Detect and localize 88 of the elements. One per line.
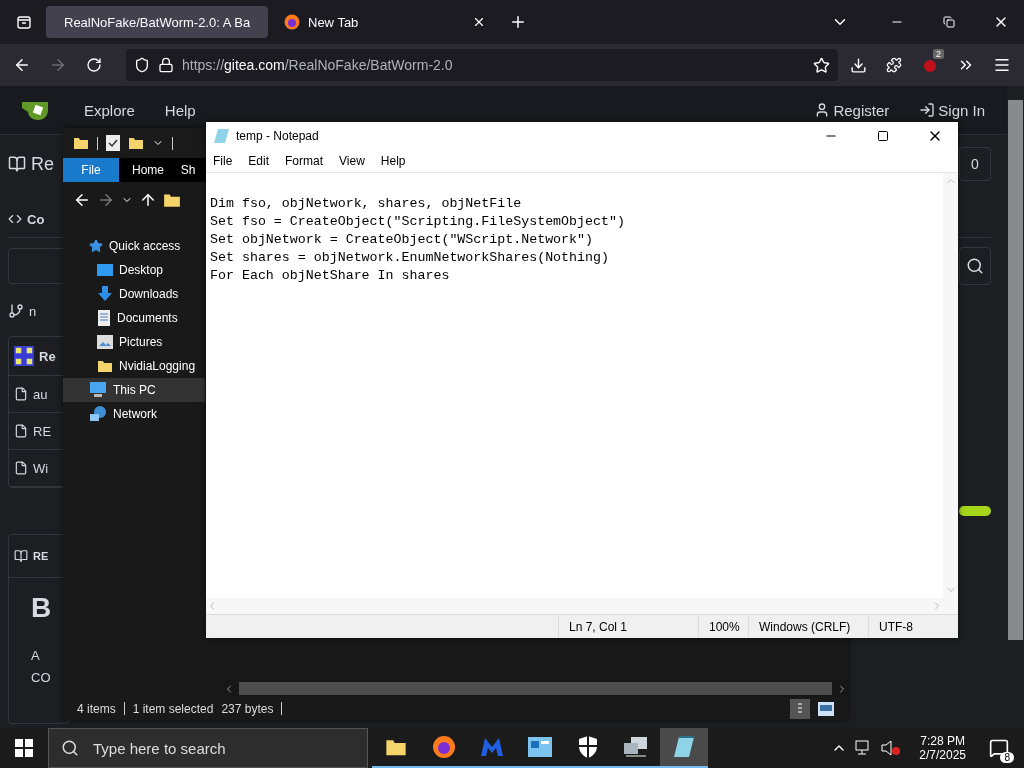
properties-icon[interactable] bbox=[106, 135, 120, 151]
star-icon bbox=[89, 239, 103, 253]
extension-icon[interactable] bbox=[922, 57, 938, 73]
clock[interactable]: 7:28 PM 2/7/2025 bbox=[919, 734, 966, 762]
search-field[interactable]: Type here to search bbox=[48, 728, 368, 768]
lock-icon bbox=[158, 57, 174, 73]
details-view-icon[interactable] bbox=[790, 698, 810, 719]
muted-speaker-icon[interactable] bbox=[881, 740, 902, 756]
shield-icon bbox=[578, 736, 598, 758]
menu-item[interactable]: Help bbox=[380, 154, 406, 168]
network-icon bbox=[89, 406, 107, 422]
address-bar[interactable]: https://gitea.com/RealNoFake/BatWorm-2.0 bbox=[126, 49, 838, 81]
menu-item[interactable]: File bbox=[213, 154, 233, 168]
file-icon bbox=[14, 461, 28, 475]
sign-in-link[interactable]: Sign In bbox=[919, 101, 985, 119]
file-header: Re bbox=[39, 348, 56, 364]
tree-item[interactable]: Pictures bbox=[63, 330, 205, 354]
ribbon-tab[interactable]: Sh bbox=[177, 158, 199, 182]
tiles-view-icon[interactable] bbox=[818, 701, 834, 716]
bookmark-star-icon[interactable] bbox=[813, 56, 830, 74]
ribbon-tab[interactable]: File bbox=[63, 158, 119, 182]
menu-item[interactable]: Format bbox=[285, 154, 324, 168]
code-icon bbox=[8, 212, 22, 226]
register-link[interactable]: Register bbox=[814, 101, 890, 119]
forward-icon[interactable] bbox=[97, 191, 115, 209]
readme-text: A bbox=[31, 646, 40, 665]
file-link[interactable]: RE bbox=[14, 423, 52, 439]
status-text: UTF-8 bbox=[868, 615, 958, 638]
picture-icon bbox=[97, 335, 113, 349]
repo-icon bbox=[8, 155, 26, 173]
folder-icon bbox=[97, 358, 113, 374]
tree-item[interactable]: NvidiaLogging bbox=[63, 354, 205, 378]
browser-icon bbox=[432, 735, 456, 759]
document-icon bbox=[97, 310, 111, 326]
readme-heading: B bbox=[31, 592, 52, 624]
code-tab[interactable]: Co bbox=[8, 211, 45, 227]
tree-item[interactable]: Quick access bbox=[63, 234, 205, 258]
branch-icon bbox=[8, 303, 24, 319]
claw-icon bbox=[480, 736, 504, 758]
notepad-icon bbox=[673, 736, 695, 758]
tree-item[interactable]: Network bbox=[63, 402, 205, 426]
sign-in-icon bbox=[919, 102, 936, 118]
computers-icon bbox=[623, 736, 649, 758]
tree-item[interactable]: Documents bbox=[63, 306, 205, 330]
window-title: temp - Notepad bbox=[236, 129, 319, 143]
window-icon bbox=[528, 737, 552, 757]
tree-item[interactable]: Desktop bbox=[63, 258, 205, 282]
status-text: Windows (CRLF) bbox=[748, 615, 868, 638]
status-text: 237 bytes bbox=[221, 701, 274, 716]
ribbon-tab[interactable]: Home bbox=[119, 158, 177, 182]
shield-icon bbox=[134, 57, 150, 73]
avatar-icon bbox=[14, 346, 34, 366]
menu-item[interactable]: View bbox=[339, 154, 365, 168]
address-folder-icon bbox=[163, 191, 181, 209]
up-icon[interactable] bbox=[139, 191, 157, 209]
notifications-button[interactable]: 8 bbox=[984, 733, 1014, 763]
readme-text: CO bbox=[31, 668, 51, 687]
tree-item[interactable]: This PC bbox=[63, 378, 205, 402]
browser-tab[interactable]: RealNoFake/BatWorm-2.0: A Ba bbox=[46, 6, 268, 38]
search-button[interactable] bbox=[959, 247, 991, 285]
file-link[interactable]: au bbox=[14, 386, 48, 402]
book-icon bbox=[14, 549, 28, 563]
nav-link[interactable]: Help bbox=[164, 101, 196, 119]
computer-icon bbox=[89, 382, 107, 398]
tree-item[interactable]: Downloads bbox=[63, 282, 205, 306]
desktop-icon bbox=[97, 263, 113, 277]
search-icon bbox=[61, 739, 79, 757]
file-icon bbox=[14, 387, 28, 401]
nav-link[interactable]: Explore bbox=[84, 101, 135, 119]
repo-title: Re bbox=[31, 153, 54, 175]
search-icon bbox=[966, 257, 984, 275]
branch-selector[interactable]: n bbox=[8, 303, 37, 319]
file-link[interactable]: Wi bbox=[14, 460, 49, 476]
browser-tab[interactable]: New Tab bbox=[274, 6, 496, 38]
status-text: Ln 7, Col 1 bbox=[558, 615, 698, 638]
status-text: 4 items bbox=[77, 701, 116, 716]
readme-tab[interactable]: RE bbox=[14, 549, 49, 563]
count-button[interactable]: 0 bbox=[959, 147, 991, 181]
menu-item[interactable]: Edit bbox=[248, 154, 270, 168]
back-icon[interactable] bbox=[73, 191, 91, 209]
notepad-icon bbox=[214, 128, 230, 144]
file-icon bbox=[14, 424, 28, 438]
browser-icon bbox=[284, 14, 300, 30]
download-icon bbox=[97, 286, 113, 302]
status-text: 100% bbox=[698, 615, 748, 638]
status-text: 1 item selected bbox=[132, 701, 214, 716]
close-icon[interactable] bbox=[472, 15, 486, 29]
count-badge: 2 bbox=[933, 49, 944, 59]
